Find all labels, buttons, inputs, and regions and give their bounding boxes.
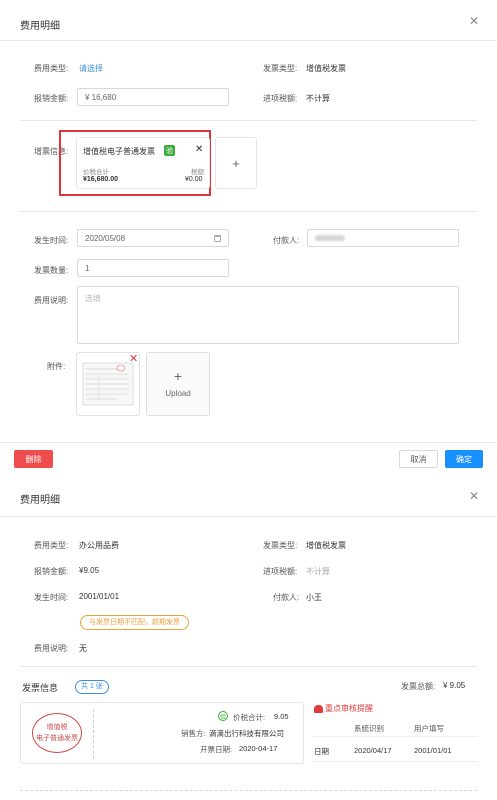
payer-input[interactable] — [307, 229, 459, 247]
invoice-total-value: ¥ 9.05 — [443, 681, 466, 690]
tax-label: 进项税额: — [263, 94, 298, 103]
desc-label: 费用说明: — [34, 644, 69, 653]
date-label: 发生时间: — [34, 236, 69, 245]
modal-title: 费用明细 — [20, 21, 60, 32]
add-invoice-button[interactable]: + — [215, 137, 257, 189]
close-icon[interactable]: ✕ — [469, 14, 479, 28]
invoice-type-value: 增值税发票 — [306, 64, 346, 73]
verified-badge: 验 — [218, 711, 228, 721]
ok-button[interactable]: 确定 — [445, 450, 483, 468]
date-mismatch-warning: 与发票日期不匹配，超期发票 — [80, 615, 189, 630]
invoice-count-badge: 共 1 张 — [75, 680, 109, 694]
invoice-type-value: 增值税发票 — [306, 541, 346, 550]
divider — [0, 442, 497, 443]
invoice-ticket[interactable]: 增值税 电子普通发票 验 价税合计: 9.05 销售方: 滴滴出行科技有限公司 … — [20, 702, 304, 764]
upload-label: Upload — [165, 389, 191, 398]
plus-icon: + — [173, 368, 183, 384]
review-alert-text: 重点审核提醒 — [325, 704, 373, 713]
invoice-type-label: 发票类型: — [263, 64, 298, 73]
qty-label: 发票数量: — [34, 266, 69, 275]
date-value: 2001/01/01 — [79, 592, 120, 601]
payer-value: 小王 — [306, 593, 322, 602]
amount-label: 报销金额: — [34, 94, 69, 103]
amount-value: ¥9.05 — [79, 566, 100, 575]
amount-label: 报销金额: — [34, 567, 69, 576]
total-value: ¥16,680.00 — [83, 176, 119, 183]
tax-value: 不计算 — [306, 567, 330, 576]
invoice-card[interactable]: 增值税电子普通发票 验 ✕ 价税合计 ¥16,680.00 税额 ¥0.00 — [76, 137, 210, 189]
divider — [0, 40, 497, 41]
invoice-total-label: 发票总额: — [401, 682, 436, 691]
tax-value: 不计算 — [306, 94, 330, 103]
ticket-total-label: 价税合计: — [233, 713, 266, 722]
alarm-icon — [314, 704, 323, 713]
divider — [20, 120, 477, 121]
remove-invoice-icon[interactable]: ✕ — [195, 144, 203, 155]
issue-date-value: 2020-04-17 — [239, 744, 278, 753]
row-system-value: 2020/04/17 — [354, 746, 392, 755]
stamp-line1: 增值税 — [46, 724, 68, 731]
col-system-header: 系统识别 — [354, 724, 384, 733]
invoice-type-label: 发票类型: — [263, 541, 298, 550]
date-label: 发生时间: — [34, 593, 69, 602]
blurred-name — [315, 235, 345, 241]
total-label: 价税合计 — [83, 169, 109, 176]
fee-type-value: 办公用品费 — [79, 541, 119, 550]
remove-attachment-icon[interactable]: ✕ — [129, 352, 138, 365]
amount-input[interactable]: ¥ 16,680 — [77, 88, 229, 106]
row-user-value: 2001/01/01 — [414, 746, 452, 755]
payer-label: 付款人: — [273, 236, 300, 245]
invoice-info-heading: 发票信息 — [22, 683, 59, 693]
card-tax-value: ¥0.00 — [185, 176, 203, 183]
date-picker[interactable]: 2020/05/08 — [77, 229, 229, 247]
desc-value: 无 — [79, 644, 87, 653]
ticket-separator — [93, 709, 94, 759]
modal-title: 费用明细 — [20, 495, 60, 506]
cancel-button[interactable]: 取消 — [399, 450, 438, 468]
ticket-total-value: 9.05 — [274, 712, 289, 721]
table-header-divider — [312, 736, 478, 737]
table-row-divider — [312, 761, 478, 762]
attachment-thumbnail[interactable]: ✕ — [76, 352, 140, 416]
row-label: 日期 — [314, 747, 329, 756]
seller-label: 销售方: — [181, 729, 206, 738]
qty-input[interactable]: 1 — [77, 259, 229, 277]
col-user-header: 用户填写 — [414, 724, 444, 733]
review-alert: 重点审核提醒 — [314, 703, 373, 714]
desc-label: 费用说明: — [34, 296, 69, 305]
fee-type-label: 费用类型: — [34, 64, 69, 73]
attach-label: 附件: — [47, 362, 66, 371]
card-tax-label: 税额 — [191, 169, 204, 176]
verified-badge: 验 — [164, 145, 175, 156]
fee-type-select[interactable]: 请选择 — [79, 63, 103, 74]
seller-value: 滴滴出行科技有限公司 — [209, 729, 284, 738]
close-icon[interactable]: ✕ — [469, 489, 479, 503]
divider — [0, 516, 497, 517]
upload-button[interactable]: + Upload — [146, 352, 210, 416]
tax-label: 进项税额: — [263, 567, 298, 576]
issue-date-label: 开票日期: — [200, 745, 233, 754]
divider — [20, 666, 477, 667]
fee-type-label: 费用类型: — [34, 541, 69, 550]
desc-textarea[interactable]: 选填 — [77, 286, 459, 344]
invoice-card-title: 增值税电子普通发票 — [83, 147, 155, 156]
payer-label: 付款人: — [273, 593, 300, 602]
delete-button[interactable]: 删除 — [14, 450, 53, 468]
calendar-icon — [214, 234, 221, 242]
divider — [20, 211, 477, 212]
stamp-line2: 电子普通发票 — [36, 735, 78, 742]
bottom-dashed-divider — [20, 790, 477, 791]
date-value: 2020/05/08 — [85, 233, 126, 243]
invoice-stamp: 增值税 电子普通发票 — [32, 713, 82, 753]
